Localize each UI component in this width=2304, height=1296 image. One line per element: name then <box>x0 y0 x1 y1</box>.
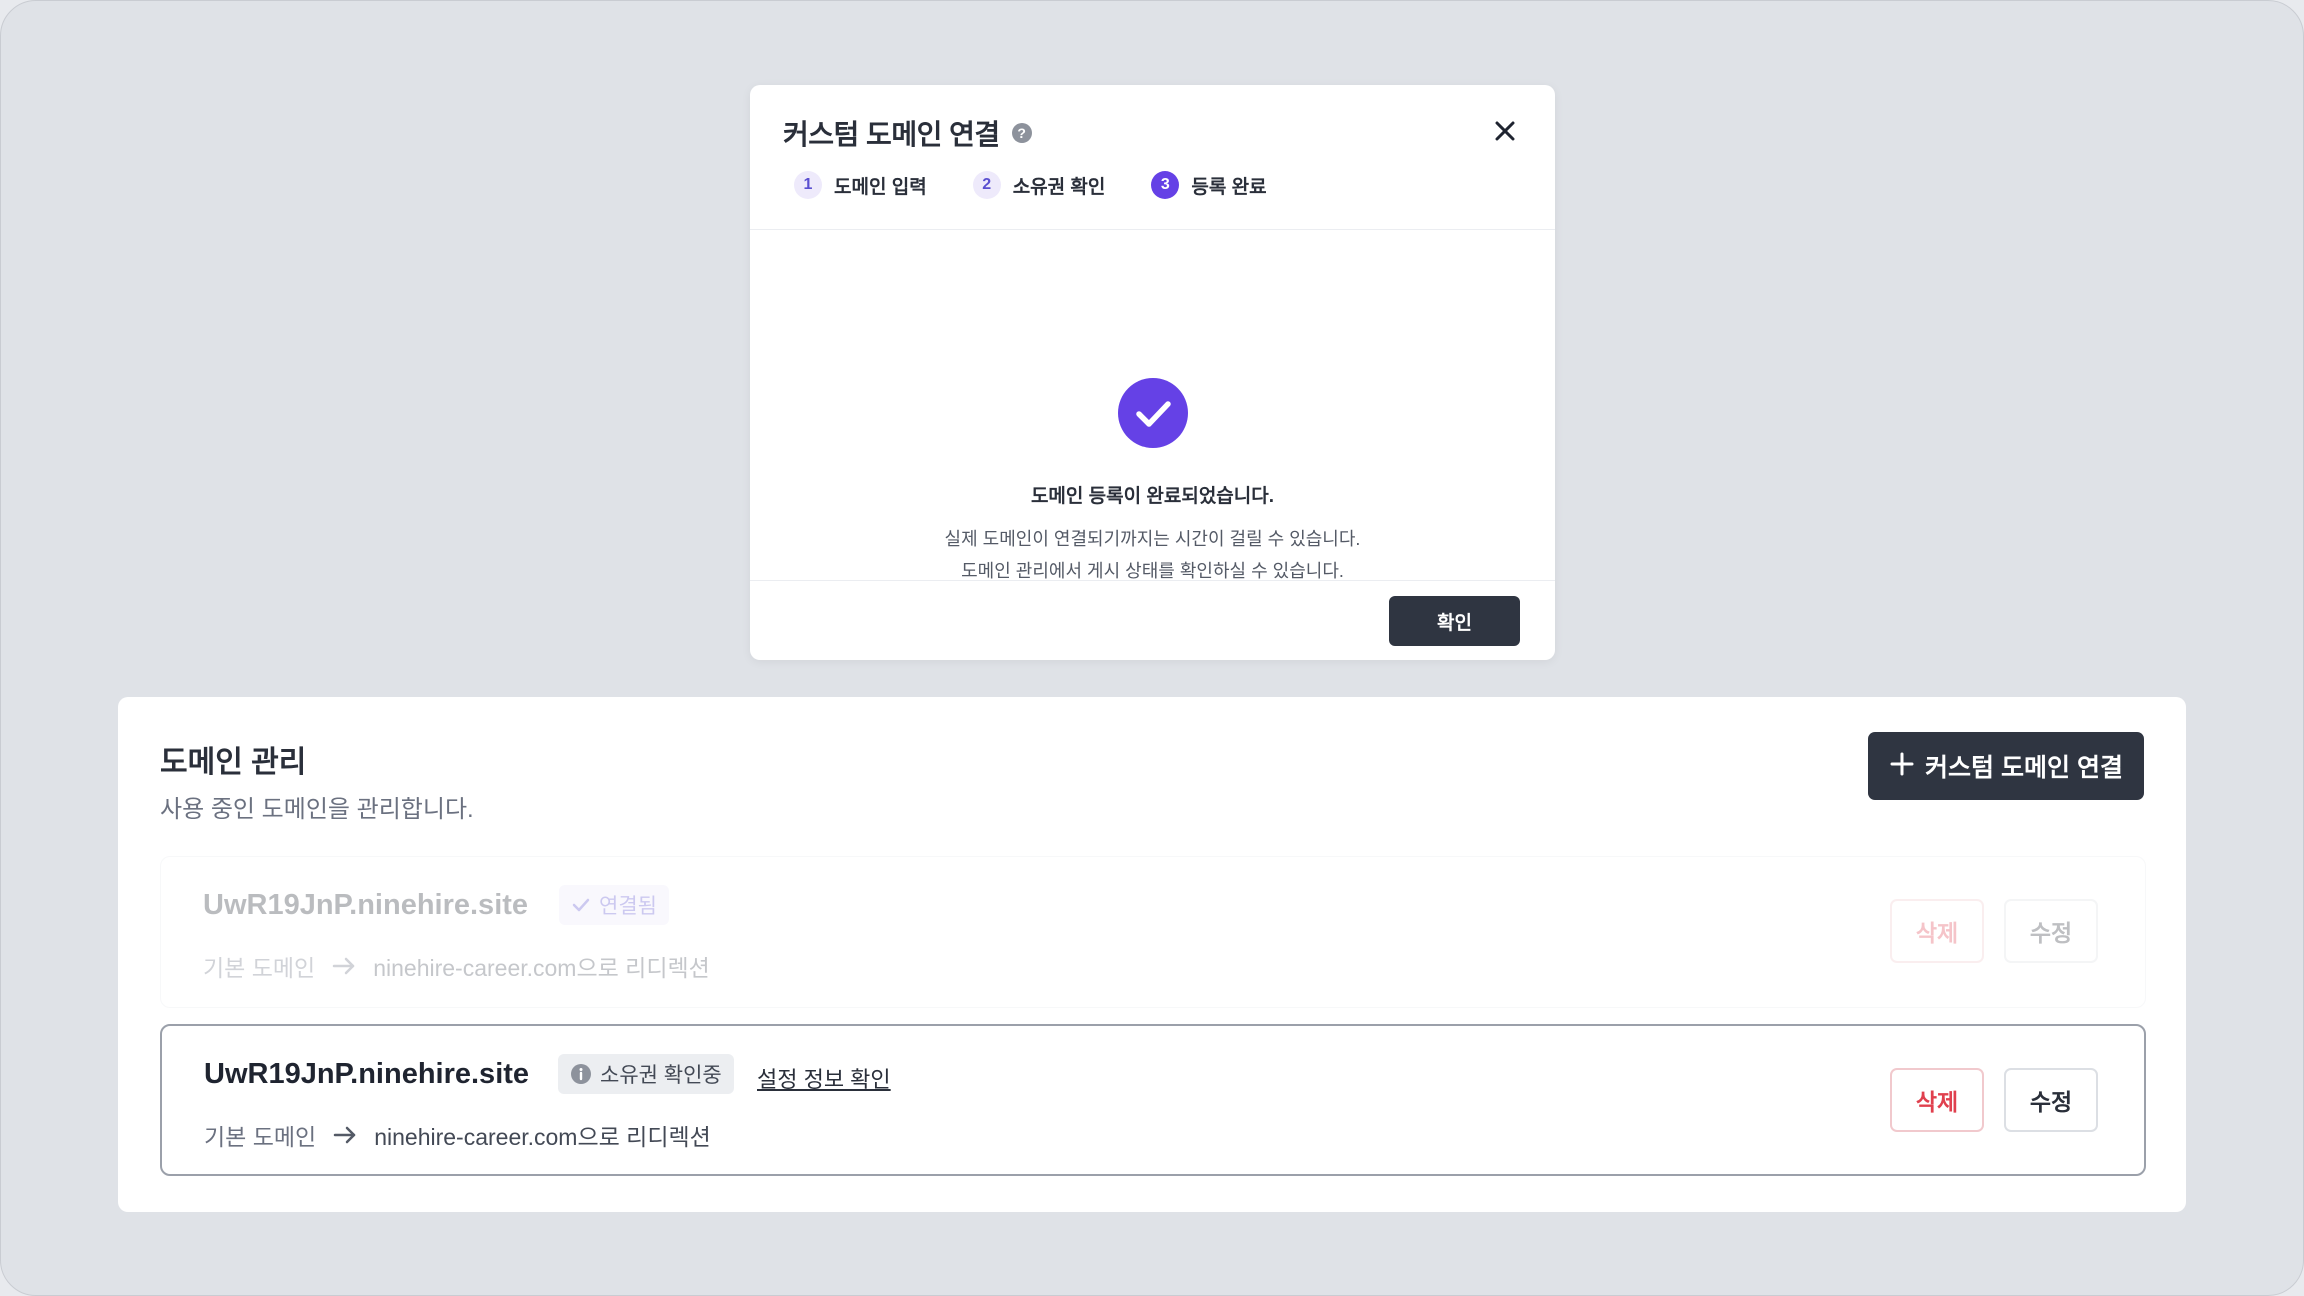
add-button-label: 커스텀 도메인 연결 <box>1925 754 2123 782</box>
modal-footer: 확인 <box>750 580 1555 661</box>
success-description-line1: 실제 도메인이 연결되기까지는 시간이 걸릴 수 있습니다. <box>944 529 1361 549</box>
step-number: 2 <box>972 171 1001 199</box>
domain-name: UwR19JnP.ninehire.site <box>204 1058 530 1090</box>
domain-card-pending: UwR19JnP.ninehire.site 소유권 확인중 설정 정보 확인 … <box>160 1024 2146 1176</box>
redirect-info: 기본 도메인 ninehire-career.com으로 리디렉션 <box>203 949 710 983</box>
edit-button[interactable]: 수정 <box>2004 899 2098 963</box>
status-badge-pending: 소유권 확인중 <box>558 1054 734 1094</box>
stepper: 1 도메인 입력 2 소유권 확인 3 등록 완료 <box>794 171 1313 199</box>
modal-title: 커스텀 도메인 연결 <box>783 119 1000 150</box>
step-domain-input: 1 도메인 입력 <box>794 171 927 199</box>
arrow-right-icon <box>332 1125 358 1145</box>
confirm-button[interactable]: 확인 <box>1389 596 1520 646</box>
base-domain-label: 기본 도메인 <box>204 1124 317 1150</box>
modal-title-row: 커스텀 도메인 연결 ? <box>783 113 1032 153</box>
redirect-target: ninehire-career.com으로 리디렉션 <box>374 1124 711 1150</box>
step-number: 3 <box>1151 171 1180 199</box>
custom-domain-modal: 커스텀 도메인 연결 ? 1 도메인 입력 2 소유권 확인 3 등록 완료 도… <box>750 85 1555 660</box>
redirect-target: ninehire-career.com으로 리디렉션 <box>373 955 710 981</box>
status-label: 연결됨 <box>599 895 657 918</box>
panel-title: 도메인 관리 <box>160 746 307 779</box>
app-frame: 커스텀 도메인 연결 ? 1 도메인 입력 2 소유권 확인 3 등록 완료 도… <box>0 0 2304 1296</box>
redirect-info: 기본 도메인 ninehire-career.com으로 리디렉션 <box>204 1118 711 1152</box>
step-label: 도메인 입력 <box>834 176 927 198</box>
info-icon <box>570 1063 592 1085</box>
domain-name: UwR19JnP.ninehire.site <box>203 889 529 921</box>
success-check-icon <box>1118 378 1188 448</box>
panel-subtitle: 사용 중인 도메인을 관리합니다. <box>160 796 474 823</box>
help-icon[interactable]: ? <box>1011 123 1032 143</box>
success-title: 도메인 등록이 완료되었습니다. <box>1030 486 1275 507</box>
arrow-right-icon <box>331 956 357 976</box>
close-icon[interactable] <box>1491 117 1519 145</box>
plus-icon <box>1889 749 1915 783</box>
delete-button[interactable]: 삭제 <box>1890 899 1984 963</box>
edit-button[interactable]: 수정 <box>2004 1068 2098 1132</box>
domain-card-connected: UwR19JnP.ninehire.site 연결됨 기본 도메인 ninehi… <box>160 856 2146 1008</box>
check-icon <box>571 895 591 915</box>
step-label: 소유권 확인 <box>1012 176 1106 198</box>
status-label: 소유권 확인중 <box>600 1064 722 1087</box>
modal-header: 커스텀 도메인 연결 ? 1 도메인 입력 2 소유권 확인 3 등록 완료 <box>750 85 1555 230</box>
base-domain-label: 기본 도메인 <box>203 955 316 981</box>
domain-management-panel: 도메인 관리 사용 중인 도메인을 관리합니다. 커스텀 도메인 연결 UwR1… <box>118 697 2186 1212</box>
status-badge-connected: 연결됨 <box>559 885 669 925</box>
step-registration-complete: 3 등록 완료 <box>1151 171 1267 199</box>
step-number: 1 <box>794 171 822 199</box>
settings-info-link[interactable]: 설정 정보 확인 <box>757 1062 891 1094</box>
delete-button[interactable]: 삭제 <box>1890 1068 1984 1132</box>
step-label: 등록 완료 <box>1191 176 1267 198</box>
add-custom-domain-button[interactable]: 커스텀 도메인 연결 <box>1868 732 2144 800</box>
step-ownership-check: 2 소유권 확인 <box>972 171 1106 199</box>
